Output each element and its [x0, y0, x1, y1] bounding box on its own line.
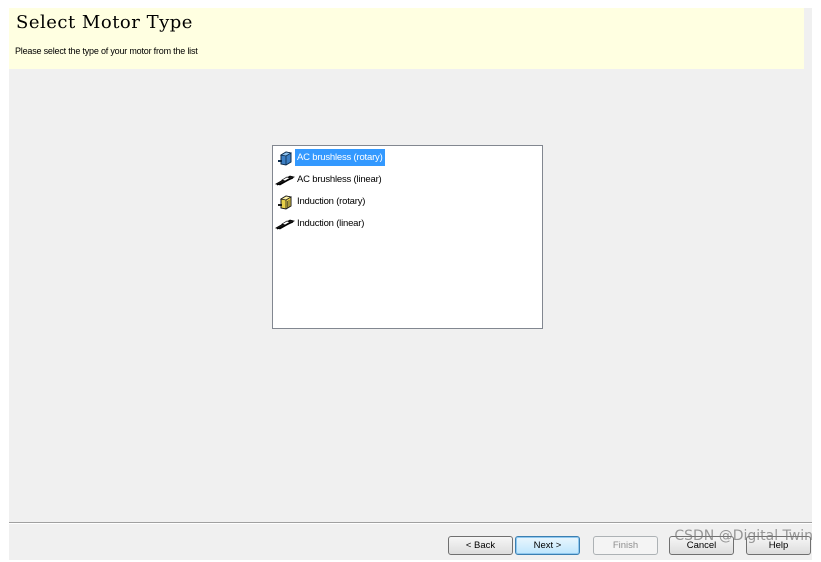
list-item-label: Induction (rotary) — [297, 196, 366, 207]
list-item-induction-linear[interactable]: Induction (linear) — [275, 213, 366, 234]
cancel-button[interactable]: Cancel — [669, 536, 734, 555]
page-title: Select Motor Type — [16, 12, 193, 33]
finish-button[interactable]: Finish — [593, 536, 658, 555]
list-item-ac-brushless-rotary[interactable]: AC brushless (rotary) — [275, 147, 385, 168]
help-button[interactable]: Help — [746, 536, 811, 555]
button-bar-separator — [9, 522, 812, 524]
motor-type-list[interactable]: AC brushless (rotary) AC brushless (line… — [272, 145, 543, 329]
back-button[interactable]: < Back — [448, 536, 513, 555]
list-item-label: AC brushless (rotary) — [295, 149, 385, 166]
wizard-dialog: Select Motor Type Please select the type… — [9, 8, 812, 560]
list-item-induction-rotary[interactable]: Induction (rotary) — [275, 191, 367, 212]
list-item-label: AC brushless (linear) — [297, 174, 382, 185]
rotary-motor-yellow-icon — [275, 193, 295, 211]
list-item-label: Induction (linear) — [297, 218, 365, 229]
linear-motor-icon — [275, 215, 295, 233]
list-item-ac-brushless-linear[interactable]: AC brushless (linear) — [275, 169, 384, 190]
page-subtitle: Please select the type of your motor fro… — [15, 46, 198, 56]
rotary-motor-blue-icon — [275, 149, 295, 167]
next-button[interactable]: Next > — [515, 536, 580, 555]
wizard-header: Select Motor Type Please select the type… — [9, 8, 804, 69]
linear-motor-icon — [275, 171, 295, 189]
